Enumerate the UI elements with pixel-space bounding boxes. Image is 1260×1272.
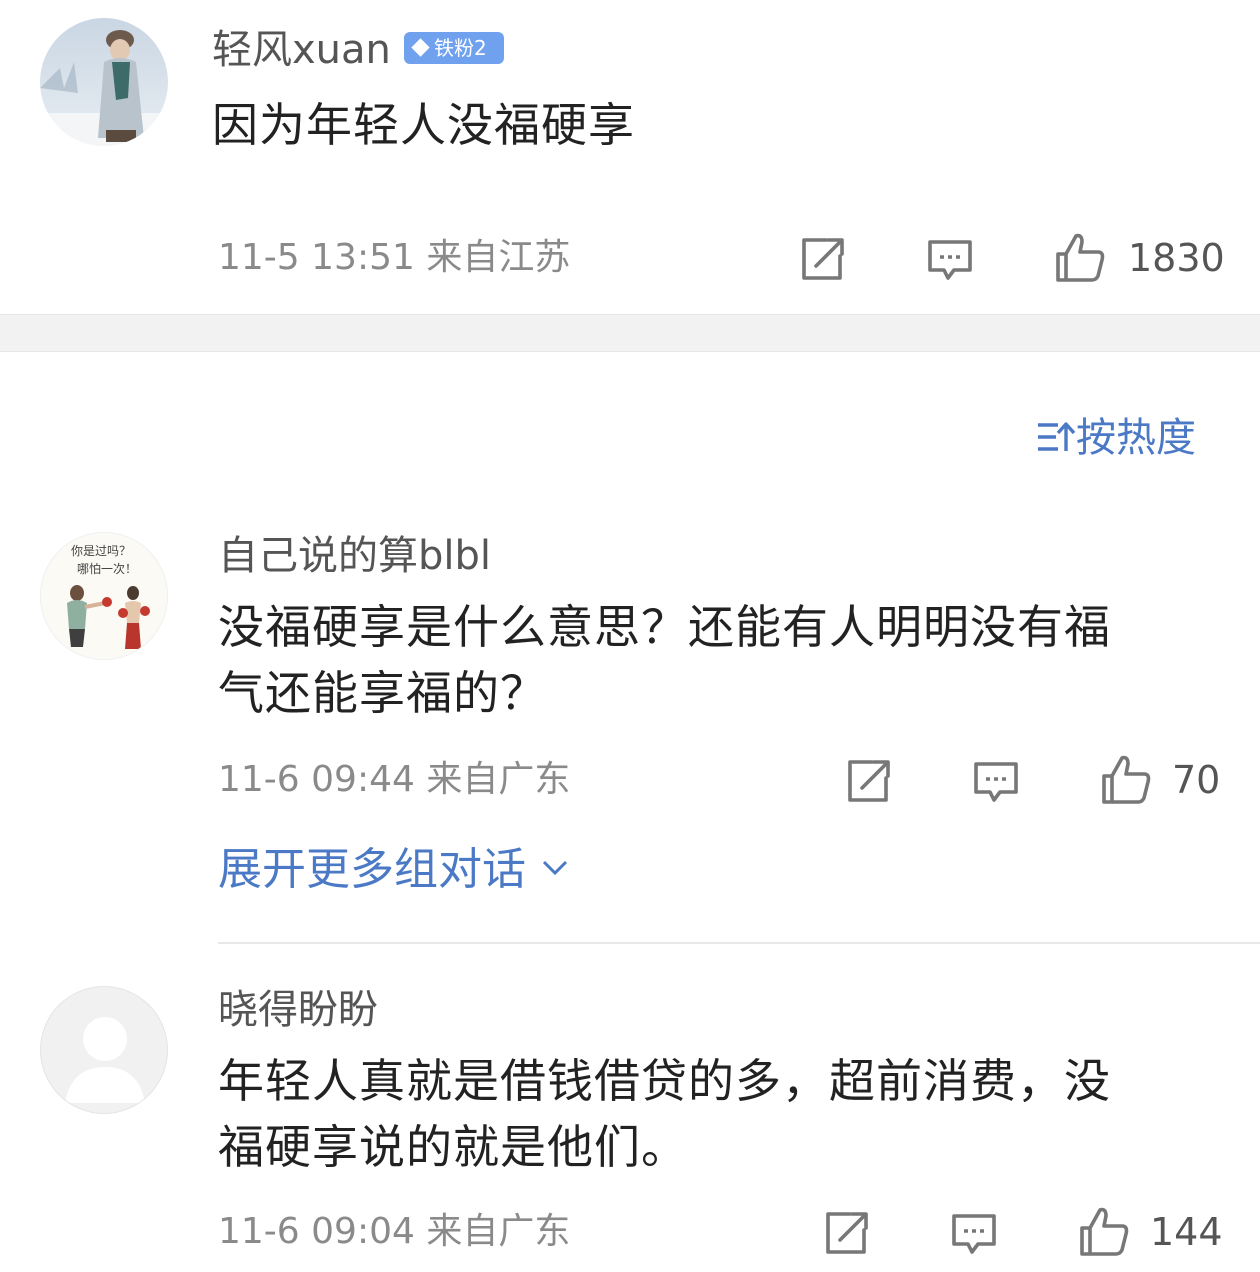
comment-divider: [218, 942, 1260, 944]
like-count: 1830: [1128, 236, 1225, 280]
comment-username[interactable]: 轻风xuan: [212, 26, 391, 74]
thumbs-up-icon[interactable]: [1098, 752, 1154, 808]
comment-meta: 11-6 09:04 来自广东: [218, 1211, 571, 1252]
share-icon[interactable]: [842, 756, 894, 808]
diamond-icon: [411, 38, 430, 57]
fan-badge[interactable]: 铁粉2: [404, 32, 504, 64]
avatar-winter-person-icon[interactable]: [40, 18, 168, 146]
fan-badge-label: 铁粉2: [434, 36, 487, 60]
share-icon[interactable]: [820, 1208, 872, 1260]
comment-icon[interactable]: [970, 756, 1022, 808]
thumbs-up-icon[interactable]: [1076, 1204, 1132, 1260]
sort-icon: [1038, 422, 1076, 451]
sort-label: 按热度: [1076, 415, 1196, 461]
sort-by-hot-button[interactable]: 按热度: [1036, 412, 1196, 464]
comment-text: 因为年轻人没福硬享: [212, 98, 635, 152]
comment-text-line-2: 福硬享说的就是他们。: [218, 1120, 688, 1174]
comment-icon[interactable]: [948, 1208, 1000, 1260]
section-divider: [0, 314, 1260, 352]
expand-label: 展开更多组对话: [218, 844, 526, 895]
avatar-boxing-illustration-icon[interactable]: 你是过吗？ 哪怕一次！: [40, 532, 168, 660]
comment-meta: 11-5 13:51 来自江苏: [218, 237, 571, 278]
comment-text-line-1: 年轻人真就是借钱借贷的多，超前消费，没: [218, 1054, 1111, 1108]
avatar-caption: 哪怕一次！: [77, 561, 137, 576]
like-count: 70: [1172, 758, 1221, 802]
like-count: 144: [1150, 1210, 1223, 1254]
thumbs-up-icon[interactable]: [1052, 230, 1108, 286]
comment-thread: 轻风xuan 铁粉2 因为年轻人没福硬享 11-5 13:51 来自江苏 183…: [0, 0, 1260, 1272]
share-icon[interactable]: [796, 234, 848, 286]
comment-text-line-2: 气还能享福的？: [218, 666, 547, 720]
chevron-down-icon: [542, 860, 568, 876]
comment-icon[interactable]: [924, 234, 976, 286]
comment-meta: 11-6 09:44 来自广东: [218, 759, 571, 800]
expand-more-replies-link[interactable]: 展开更多组对话: [218, 842, 570, 898]
comment-username[interactable]: 晓得盼盼: [218, 986, 378, 1034]
default-avatar-icon[interactable]: [40, 986, 168, 1114]
comment-text-line-1: 没福硬享是什么意思？还能有人明明没有福: [218, 600, 1111, 654]
comment-username[interactable]: 自己说的算blbl: [218, 532, 491, 580]
avatar-caption: 你是过吗？: [71, 544, 131, 558]
